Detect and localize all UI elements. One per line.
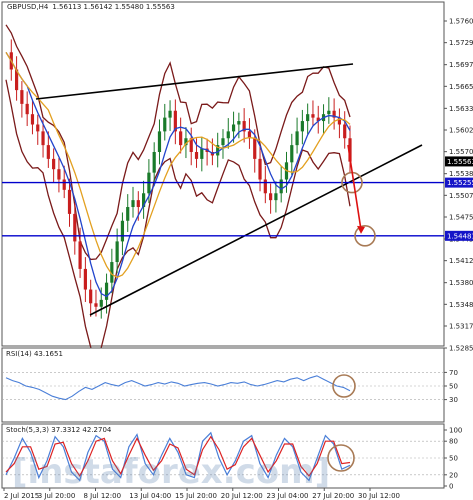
candle-body — [295, 131, 299, 146]
candle-body — [30, 114, 35, 125]
candle-body — [115, 241, 119, 263]
candle-body — [52, 158, 56, 170]
candle-body — [73, 213, 77, 242]
candle-body — [120, 220, 125, 242]
rsi-level-label: 70 — [449, 369, 458, 377]
candle-body — [62, 179, 66, 190]
candle-body — [163, 117, 167, 132]
candle-body — [152, 152, 156, 173]
candle-body — [343, 124, 347, 139]
forex-chart: 1.57605 1.57290 1.56970 1.56655 1.56335 1.560… — [1, 1, 473, 500]
candle-body — [221, 138, 225, 146]
watermark: [instaforex.com] — [12, 452, 330, 492]
candle-body — [157, 131, 162, 153]
support-price-label: 1.55255 — [447, 179, 473, 187]
candle-body — [200, 148, 204, 159]
price-tick-label: 1.54120 — [449, 257, 473, 265]
candle-body — [179, 131, 183, 146]
price-tick-label: 1.57605 — [449, 18, 473, 26]
candle-body — [269, 193, 273, 201]
candle-body — [89, 289, 93, 304]
candle-body — [57, 169, 61, 180]
stoch-level-label: 20 — [449, 471, 458, 479]
candle-body — [226, 131, 230, 139]
rsi-label: RSI(14) 43.1651 — [6, 350, 63, 358]
price-tick-label: 1.55070 — [449, 192, 473, 200]
candle-body — [99, 299, 103, 307]
candle-body — [263, 179, 267, 194]
candle-body — [36, 124, 40, 132]
time-tick-label: 23 Jul 04:00 — [267, 492, 309, 500]
candle-body — [231, 124, 236, 132]
support-price-label: 1.54481 — [447, 232, 473, 240]
price-tick-label: 1.56020 — [449, 127, 473, 135]
price-tick-label: 1.52850 — [449, 345, 473, 353]
stoch-level-label: 100 — [449, 427, 462, 435]
rsi-level-label: 50 — [449, 383, 458, 391]
candle-body — [279, 179, 283, 194]
price-tick-label: 1.53170 — [449, 322, 473, 330]
candle-body — [327, 110, 331, 115]
stoch-level-label: 50 — [449, 455, 458, 463]
time-tick-label: 13 Jul 04:00 — [129, 492, 171, 500]
time-tick-label: 15 Jul 20:00 — [175, 492, 217, 500]
candle-body — [104, 282, 109, 300]
candle-body — [194, 152, 199, 159]
time-tick-label: 27 Jul 20:00 — [312, 492, 354, 500]
time-tick-label: 3 Jul 20:00 — [38, 492, 76, 500]
candle-body — [300, 121, 304, 132]
candle-body — [78, 241, 82, 269]
candle-body — [131, 200, 135, 208]
candle-body — [126, 207, 130, 221]
candle-body — [168, 110, 172, 118]
candle-body — [258, 158, 262, 180]
candle-body — [311, 114, 315, 118]
price-tick-label: 1.57290 — [449, 39, 473, 47]
price-tick-label: 1.54755 — [449, 213, 473, 221]
price-tick-label: 1.55705 — [449, 148, 473, 156]
last-price-label: 1.55563 — [447, 158, 473, 166]
stoch-level-label: 0 — [449, 483, 453, 491]
candle-body — [20, 90, 24, 104]
time-tick-label: 20 Jul 12:00 — [221, 492, 263, 500]
rsi-level-label: 30 — [449, 396, 458, 404]
time-tick-label: 2 Jul 2015 — [4, 492, 39, 500]
candle-body — [25, 103, 29, 115]
price-tick-label: 1.56655 — [449, 83, 473, 91]
candle-body — [136, 200, 140, 208]
candle-body — [306, 114, 310, 122]
candle-body — [67, 189, 72, 214]
candle-body — [253, 138, 257, 159]
price-tick-label: 1.53485 — [449, 301, 473, 309]
candle-body — [41, 131, 45, 146]
symbol-header: GBPUSD,H4 1.56113 1.56142 1.55480 1.55563 — [7, 3, 175, 11]
candle-body — [83, 268, 87, 290]
candle-body — [290, 145, 294, 163]
price-tick-label: 1.55385 — [449, 170, 473, 178]
price-tick-label: 1.56335 — [449, 105, 473, 113]
time-tick-label: 8 Jul 12:00 — [84, 492, 122, 500]
stoch-label: Stoch(5,3,3) 37.3312 42.2704 — [6, 426, 112, 434]
price-tick-label: 1.56970 — [449, 61, 473, 69]
candle-body — [274, 193, 278, 201]
stoch-level-label: 80 — [449, 438, 458, 446]
price-tick-label: 1.53800 — [449, 279, 473, 287]
time-tick-label: 30 Jul 12:00 — [358, 492, 400, 500]
candle-body — [46, 145, 50, 159]
candle-body — [237, 121, 241, 125]
candle-body — [94, 303, 98, 307]
